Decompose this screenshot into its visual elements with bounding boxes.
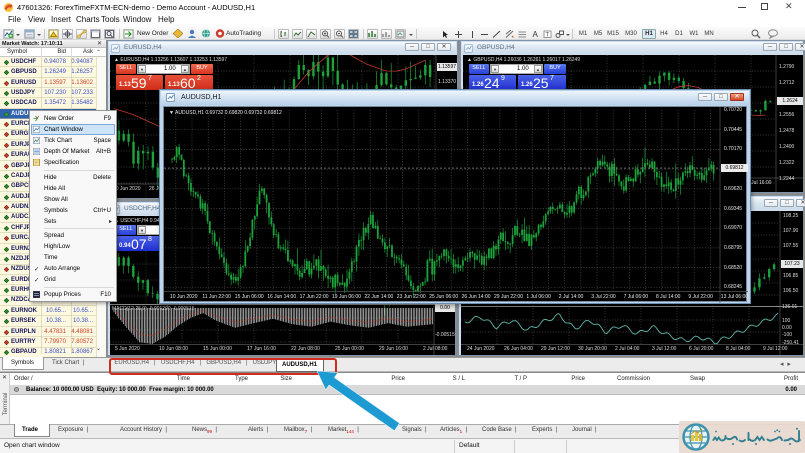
svg-text:A: A [533,30,539,39]
svg-text:T: T [546,32,550,38]
